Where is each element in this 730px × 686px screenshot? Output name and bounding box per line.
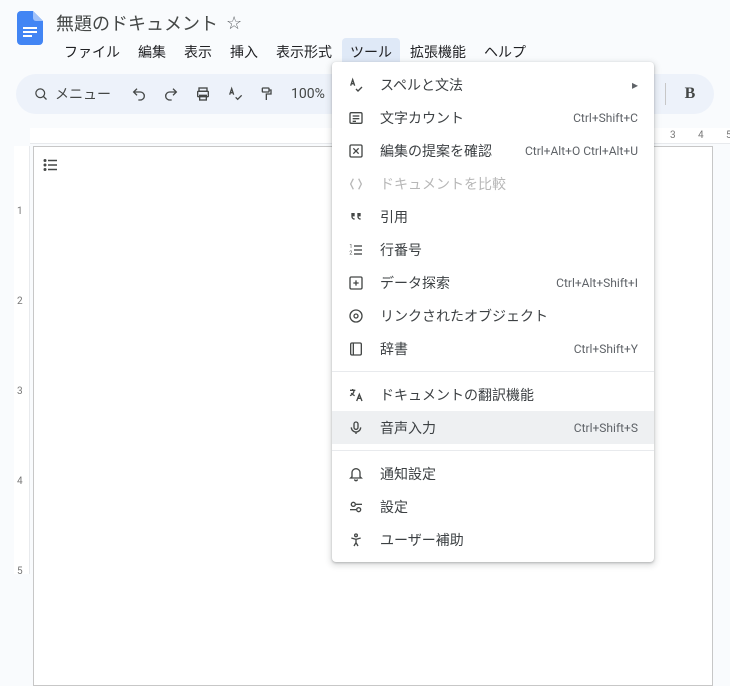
dd-label: ドキュメントの翻訳機能 [380,385,638,405]
dd-dictionary[interactable]: 辞書 Ctrl+Shift+Y [332,332,654,365]
dd-line-numbers[interactable]: 12 行番号 [332,233,654,266]
menu-edit[interactable]: 編集 [130,38,174,66]
dd-label: データ探索 [380,273,542,293]
linked-objects-icon [346,308,366,324]
line-numbers-icon: 12 [346,242,366,258]
undo-button[interactable] [125,80,153,108]
word-count-icon [346,110,366,126]
print-button[interactable] [189,80,217,108]
app-header: 無題のドキュメント ☆ ファイル 編集 表示 挿入 表示形式 ツール 拡張機能 … [0,0,730,66]
tools-dropdown: スペルと文法 ▸ 文字カウント Ctrl+Shift+C 編集の提案を確認 Ct… [332,62,654,562]
menu-insert[interactable]: 挿入 [222,38,266,66]
menu-file[interactable]: ファイル [56,38,128,66]
svg-text:1: 1 [349,244,352,250]
dd-shortcut: Ctrl+Alt+O Ctrl+Alt+U [525,144,638,158]
menu-search-label: メニュー [55,84,111,104]
explore-icon [346,275,366,291]
dd-shortcut: Ctrl+Shift+Y [574,342,638,356]
dd-label: 文字カウント [380,108,559,128]
menu-search[interactable]: メニュー [24,80,121,108]
ruler-tick: 5 [17,566,23,577]
dd-word-count[interactable]: 文字カウント Ctrl+Shift+C [332,101,654,134]
accessibility-icon [346,532,366,548]
dd-explore[interactable]: データ探索 Ctrl+Alt+Shift+I [332,266,654,299]
dd-accessibility[interactable]: ユーザー補助 [332,523,654,556]
toolbar-separator [665,83,666,105]
dd-preferences[interactable]: 設定 [332,490,654,523]
document-title[interactable]: 無題のドキュメント [56,10,218,36]
dd-review-suggestions[interactable]: 編集の提案を確認 Ctrl+Alt+O Ctrl+Alt+U [332,134,654,167]
dd-shortcut: Ctrl+Alt+Shift+I [556,276,638,290]
dd-voice-typing[interactable]: 音声入力 Ctrl+Shift+S [332,411,654,444]
dd-label: 行番号 [380,240,638,260]
dd-label: ユーザー補助 [380,530,638,550]
dd-label: ドキュメントを比較 [380,174,638,194]
ruler-tick: 4 [17,476,23,487]
dd-shortcut: Ctrl+Shift+C [573,111,638,125]
menu-view[interactable]: 表示 [176,38,220,66]
dd-notifications[interactable]: 通知設定 [332,457,654,490]
bell-icon [346,466,366,482]
dictionary-icon [346,341,366,357]
dd-citations[interactable]: 引用 [332,200,654,233]
dd-label: 通知設定 [380,464,638,484]
star-icon[interactable]: ☆ [226,13,242,34]
dd-label: スペルと文法 [380,75,618,95]
ruler-tick: 2 [17,296,23,307]
ruler-tick: 4 [698,130,704,141]
microphone-icon [346,420,366,436]
review-icon [346,143,366,159]
compare-icon [346,176,366,192]
ruler-tick: 3 [670,130,676,141]
preferences-icon [346,499,366,515]
dd-label: 引用 [380,207,638,227]
dd-shortcut: Ctrl+Shift+S [574,421,638,435]
dd-compare-documents: ドキュメントを比較 [332,167,654,200]
submenu-arrow-icon: ▸ [632,78,638,92]
outline-icon[interactable] [42,156,60,174]
dd-label: 音声入力 [380,418,560,438]
ruler-tick: 3 [17,386,23,397]
docs-logo[interactable] [12,8,48,48]
ruler-tick: 5 [726,130,730,141]
dd-spelling-grammar[interactable]: スペルと文法 ▸ [332,68,654,101]
redo-button[interactable] [157,80,185,108]
ruler-tick: 1 [17,206,23,217]
dropdown-separator [332,450,654,451]
menu-format[interactable]: 表示形式 [268,38,340,66]
dropdown-separator [332,371,654,372]
bold-label: B [685,85,696,103]
quote-icon [346,209,366,225]
svg-text:2: 2 [349,250,352,256]
spellcheck-button[interactable] [221,80,249,108]
vertical-ruler[interactable]: 1 2 3 4 5 [14,146,30,574]
dd-label: 辞書 [380,339,560,359]
spellcheck-icon [346,77,366,93]
paint-format-button[interactable] [253,80,281,108]
dd-label: リンクされたオブジェクト [380,306,638,326]
zoom-level[interactable]: 100% [285,86,331,102]
dd-label: 設定 [380,497,638,517]
dd-translate[interactable]: ドキュメントの翻訳機能 [332,378,654,411]
translate-icon [346,387,366,403]
dd-label: 編集の提案を確認 [380,141,511,161]
dd-linked-objects[interactable]: リンクされたオブジェクト [332,299,654,332]
bold-button[interactable]: B [676,80,704,108]
